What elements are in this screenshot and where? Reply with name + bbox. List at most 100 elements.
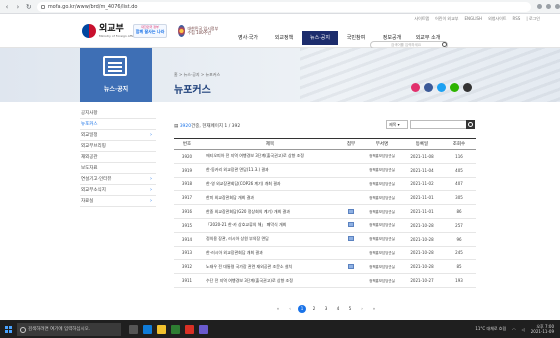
utility-link[interactable]: | 로그인	[526, 16, 540, 22]
row-number: 3911	[174, 273, 200, 288]
row-title-link[interactable]: 한-동카리 외교장관 면담(11.3.) 결과	[200, 163, 340, 178]
column-header: 부서명	[362, 138, 402, 150]
gnb-item-news[interactable]: 뉴스·공지	[302, 31, 338, 45]
page-button[interactable]: 3	[322, 305, 330, 313]
reload-icon[interactable]: ↻	[25, 3, 33, 11]
government-slogan-badge[interactable]: 대한민국 정부 함께 잘사는 나라	[133, 24, 167, 38]
table-row[interactable]: 3912 노태우 전 대통령 국가장 관련 재외공관 조문소 설치 정책홍보담당관실…	[174, 259, 476, 275]
first-page-button[interactable]: «	[274, 305, 282, 313]
gnb-item-participation[interactable]: 국민참여	[338, 31, 374, 45]
attachment-icon[interactable]	[348, 222, 354, 228]
table-row[interactable]: 3916 한중 외교장관회담(G20 정상회의 계기) 개최 결과 정책홍보담당관실…	[174, 204, 476, 219]
gnb-item-about[interactable]: 외교부 소개	[410, 31, 446, 45]
sidebar-item-missions[interactable]: 재외공관	[80, 152, 156, 163]
row-title-link[interactable]: 한미 외교장관회담 개최 결과	[200, 190, 340, 206]
row-department: 정책홍보담당관실	[362, 259, 402, 275]
edge-icon[interactable]	[143, 324, 152, 334]
address-bar[interactable]: mofa.go.kr/www/brd/m_4076/list.do	[36, 1, 531, 12]
wifi-icon[interactable]: ◠	[512, 327, 516, 332]
clock[interactable]: 오후 7:00 2021-11-09	[531, 324, 554, 334]
row-department: 정책홍보담당관실	[362, 149, 402, 164]
chrome-icon[interactable]	[185, 324, 194, 334]
attachment-icon[interactable]	[348, 208, 354, 214]
blog-icon[interactable]	[450, 83, 459, 92]
utility-link[interactable]: 어린이 외교부	[435, 16, 458, 22]
sidebar-item-press[interactable]: 보도자료	[80, 163, 156, 174]
row-title-link[interactable]: 노태우 전 대통령 국가장 관련 재외공관 조문소 설치	[200, 259, 340, 275]
table-row[interactable]: 3919 한-동카리 외교장관 면담(11.3.) 결과 정책홍보담당관실 2021-…	[174, 163, 476, 178]
sidebar-item-notice[interactable]: 공지사항	[80, 108, 156, 119]
profile-icon[interactable]	[546, 4, 551, 9]
row-date: 2021-10-28	[402, 218, 442, 233]
app-icon[interactable]	[199, 324, 208, 334]
task-view-icon[interactable]	[129, 324, 138, 334]
attachment-icon[interactable]	[348, 236, 354, 242]
windows-start-icon[interactable]	[5, 325, 12, 333]
row-date: 2021-10-28	[402, 232, 442, 247]
row-title-link[interactable]: 수단 전 지역 여행경보 3단계(출국권고)로 상향 조정	[200, 273, 340, 288]
utility-link[interactable]: 외청사이트	[488, 16, 506, 22]
attachment-icon[interactable]	[348, 263, 354, 269]
volume-icon[interactable]: ◁	[522, 327, 525, 332]
page-button[interactable]: 5	[346, 305, 354, 313]
table-row[interactable]: 3920 에티오피아 전 지역 여행경보 3단계(출국권고)로 상향 조정 정책홍보…	[174, 149, 476, 164]
search-field-select[interactable]: 제목 ▾	[386, 120, 408, 129]
taegeuk-icon	[82, 24, 96, 38]
pagination: « ‹ 1 2 3 4 5 › »	[274, 305, 378, 313]
row-title-link[interactable]: 정의용 장관, 러시아 상원 부의장 면담	[200, 232, 340, 247]
instagram-icon[interactable]	[411, 83, 420, 92]
utility-link[interactable]: RSS	[512, 16, 520, 22]
row-title-link[interactable]: 한-영 외교장관회담(COP26 계기) 개최 결과	[200, 177, 340, 192]
page-button[interactable]: 4	[334, 305, 342, 313]
breadcrumb: 홈 > 뉴스·공지 > 뉴포커스	[174, 72, 221, 77]
gnb-item-consular[interactable]: 영사·국가	[230, 31, 266, 45]
logo-title: 외교부	[99, 24, 124, 34]
twitter-icon[interactable]	[437, 83, 446, 92]
next-page-button[interactable]: ›	[358, 305, 366, 313]
sidebar-item-newsletter[interactable]: 외교부소식지 ›	[80, 185, 156, 196]
row-department: 정책홍보담당관실	[362, 232, 402, 247]
table-row[interactable]: 3917 한미 외교장관회담 개최 결과 정책홍보담당관실 2021-11-01 305	[174, 190, 476, 206]
forward-icon[interactable]: ›	[14, 3, 22, 11]
menu-icon[interactable]	[555, 4, 560, 9]
mofa-logo[interactable]: 외교부 Ministry of Foreign Affairs	[82, 24, 137, 38]
page-button[interactable]: 1	[298, 305, 306, 313]
sidebar-item-schedule[interactable]: 외교일정 ›	[80, 130, 156, 141]
table-row[interactable]: 3913 한-러시아 외교장관회담 개최 결과 정책홍보담당관실 2021-10-28…	[174, 246, 476, 261]
row-title-link[interactable]: 에티오피아 전 지역 여행경보 3단계(출국권고)로 상향 조정	[200, 149, 340, 164]
document-icon	[103, 56, 127, 76]
row-title-link[interactable]: 한-러시아 외교장관회담 개최 결과	[200, 246, 340, 261]
back-icon[interactable]: ‹	[3, 3, 11, 11]
row-views: 245	[442, 246, 476, 261]
table-row[interactable]: 3915 「2020-21 한-카 상호교류의 해」 폐막식 개최 정책홍보담당관실…	[174, 218, 476, 233]
utility-link[interactable]: ENGLISH	[464, 16, 482, 22]
print-icon[interactable]	[463, 83, 472, 92]
row-date: 2021-11-02	[402, 177, 442, 192]
board-search-input[interactable]	[410, 120, 470, 129]
prev-page-button[interactable]: ‹	[286, 305, 294, 313]
board-search-button[interactable]	[466, 120, 475, 129]
last-page-button[interactable]: »	[370, 305, 378, 313]
row-title-link[interactable]: 한중 외교장관회담(G20 정상회의 계기) 개최 결과	[200, 204, 340, 219]
row-number: 3919	[174, 163, 200, 178]
gnb-item-policy[interactable]: 외교정책	[266, 31, 302, 45]
taskbar-search-input[interactable]: 검색하려면 여기에 입력하십시오.	[17, 322, 121, 336]
row-title-link[interactable]: 「2020-21 한-카 상호교류의 해」 폐막식 개최	[200, 218, 340, 233]
table-row[interactable]: 3914 정의용 장관, 러시아 상원 부의장 면담 정책홍보담당관실 2021-10…	[174, 232, 476, 247]
table-row[interactable]: 3918 한-영 외교장관회담(COP26 계기) 개최 결과 정책홍보담당관실 20…	[174, 177, 476, 192]
page-button[interactable]: 2	[310, 305, 318, 313]
sidebar-item-archive[interactable]: 자료실 ›	[80, 196, 156, 207]
sidebar-item-speeches[interactable]: 연설기고·인터뷰 ›	[80, 174, 156, 185]
gnb-item-disclosure[interactable]: 정보공개	[374, 31, 410, 45]
weather-text[interactable]: 11°C 대체로 흐림	[475, 326, 506, 332]
facebook-icon[interactable]	[424, 83, 433, 92]
column-header: 번호	[174, 138, 200, 150]
store-icon[interactable]	[171, 324, 180, 334]
anniversary-badge[interactable]: 대한민국 임시정부 수립 100주년	[178, 23, 222, 39]
utility-link[interactable]: 사이트맵	[414, 16, 429, 22]
sidebar-item-briefing[interactable]: 외교부브리핑	[80, 141, 156, 152]
file-explorer-icon[interactable]	[157, 324, 166, 334]
sidebar-item-newfocus[interactable]: 뉴포커스	[80, 119, 156, 130]
table-row[interactable]: 3911 수단 전 지역 여행경보 3단계(출국권고)로 상향 조정 정책홍보담당관…	[174, 273, 476, 288]
bookmark-icon[interactable]	[537, 4, 542, 9]
